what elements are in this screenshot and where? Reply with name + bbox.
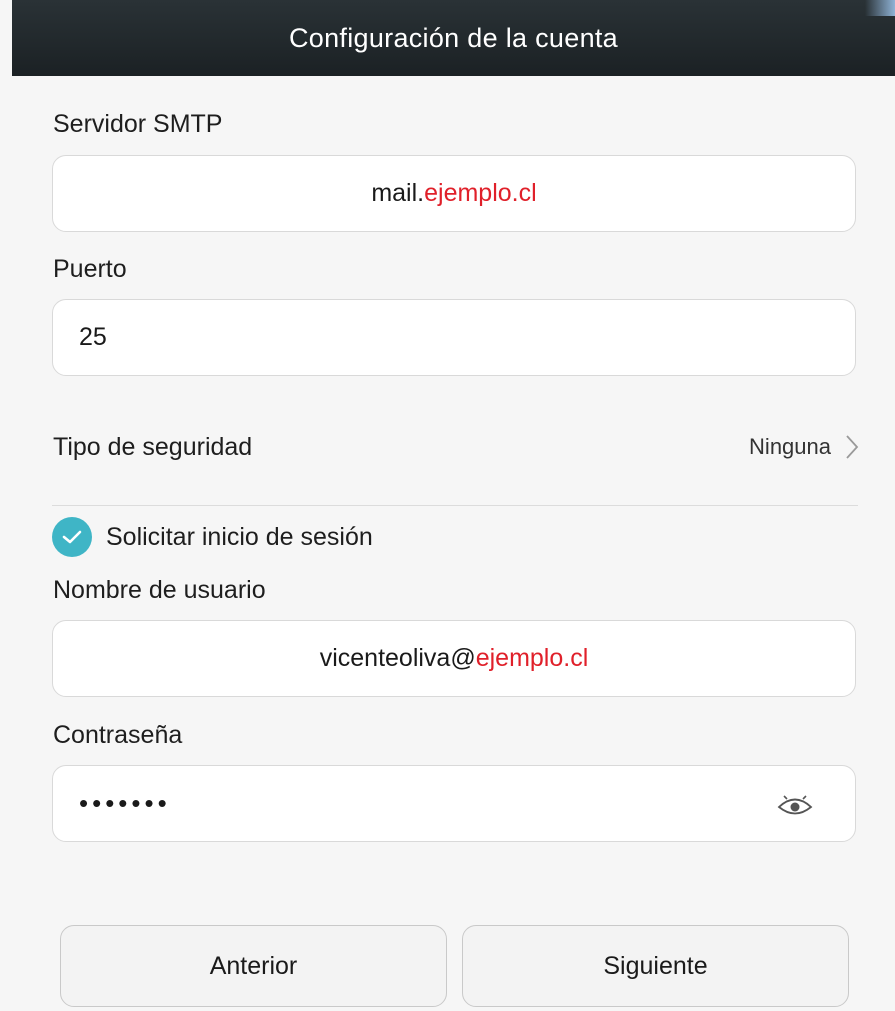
port-input[interactable]: 25	[52, 299, 856, 376]
header-corner-accent	[865, 0, 895, 16]
password-input[interactable]: •••••••	[52, 765, 856, 842]
section-divider	[52, 505, 858, 506]
login-required-checkbox[interactable]	[52, 517, 92, 557]
security-type-selector[interactable]: Ninguna	[749, 434, 859, 460]
security-type-label: Tipo de seguridad	[53, 432, 253, 461]
username-value-prefix: vicenteoliva@	[319, 644, 476, 672]
smtp-server-input[interactable]: mail.ejemplo.cl	[52, 155, 856, 232]
chevron-right-icon	[846, 435, 859, 459]
password-label: Contraseña	[53, 721, 183, 749]
next-button[interactable]: Siguiente	[462, 925, 849, 1007]
username-value-domain: ejemplo.cl	[475, 644, 589, 672]
page-title: Configuración de la cuenta	[288, 22, 619, 53]
port-value: 25	[79, 323, 107, 351]
previous-button[interactable]: Anterior	[60, 925, 447, 1007]
password-masked-value: •••••••	[79, 788, 171, 818]
username-value: vicenteoliva@ejemplo.cl	[320, 644, 589, 673]
security-type-value: Ninguna	[749, 434, 831, 459]
security-type-row[interactable]: Tipo de seguridad Ninguna	[53, 420, 859, 474]
smtp-server-value-prefix: mail.	[371, 179, 425, 207]
smtp-server-label: Servidor SMTP	[53, 110, 223, 138]
username-label: Nombre de usuario	[53, 576, 266, 604]
username-input[interactable]: vicenteoliva@ejemplo.cl	[52, 620, 856, 697]
app-header: Configuración de la cuenta	[12, 0, 895, 76]
check-icon	[62, 530, 82, 544]
smtp-server-value-domain: ejemplo.cl	[424, 179, 537, 207]
login-required-row[interactable]: Solicitar inicio de sesión	[52, 516, 373, 558]
eye-icon[interactable]	[775, 790, 815, 820]
login-required-label: Solicitar inicio de sesión	[106, 522, 373, 551]
port-label: Puerto	[53, 255, 127, 283]
header-left-margin	[0, 0, 12, 76]
smtp-server-value: mail.ejemplo.cl	[371, 179, 536, 208]
